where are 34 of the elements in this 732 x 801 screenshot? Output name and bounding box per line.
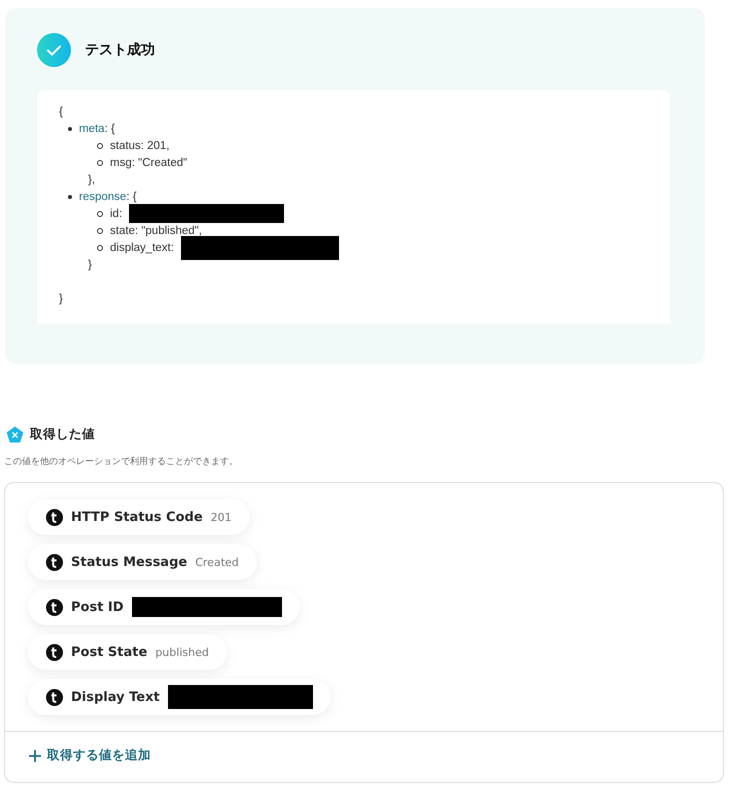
code-text: state: "published", (110, 224, 202, 236)
t-logo-icon (46, 644, 63, 660)
code-text: { (59, 106, 63, 118)
value-chip[interactable]: Post State published (28, 634, 227, 670)
section-title: 取得した値 (30, 426, 95, 443)
bullet-icon (68, 194, 72, 198)
result-title: テスト成功 (85, 41, 155, 59)
pentagon-x-icon (6, 426, 24, 443)
value-chip[interactable]: Status Message Created (28, 544, 257, 580)
bullet-icon (97, 244, 103, 250)
bullet-icon (97, 142, 103, 148)
t-logo-icon (46, 554, 63, 570)
value-chip[interactable]: Post ID (28, 589, 300, 625)
section-description: この値を他のオペレーションで利用することができます。 (4, 456, 239, 468)
code-text: }, (88, 174, 96, 186)
code-text: msg: "Created" (110, 156, 188, 168)
value-chip[interactable]: Display Text (28, 679, 331, 715)
code-text: id: (110, 208, 122, 220)
code-text: status: 201, (110, 140, 170, 152)
value-chip[interactable]: HTTP Status Code 201 (28, 499, 250, 535)
t-logo-icon (46, 508, 63, 526)
bullet-icon (97, 160, 103, 166)
bullet-icon (97, 210, 103, 216)
t-logo-icon (46, 598, 63, 616)
code-text: display_text: (110, 242, 174, 254)
code-text: response: { (79, 190, 137, 202)
code-text: } (88, 258, 92, 270)
bullet-icon (68, 126, 72, 130)
bullet-icon (97, 228, 103, 234)
add-value-button[interactable]: 取得する値を追加 (29, 747, 151, 764)
code-text: meta: { (79, 122, 115, 134)
code-text: } (59, 292, 63, 304)
t-logo-icon (46, 688, 63, 706)
plus-icon (29, 750, 41, 762)
